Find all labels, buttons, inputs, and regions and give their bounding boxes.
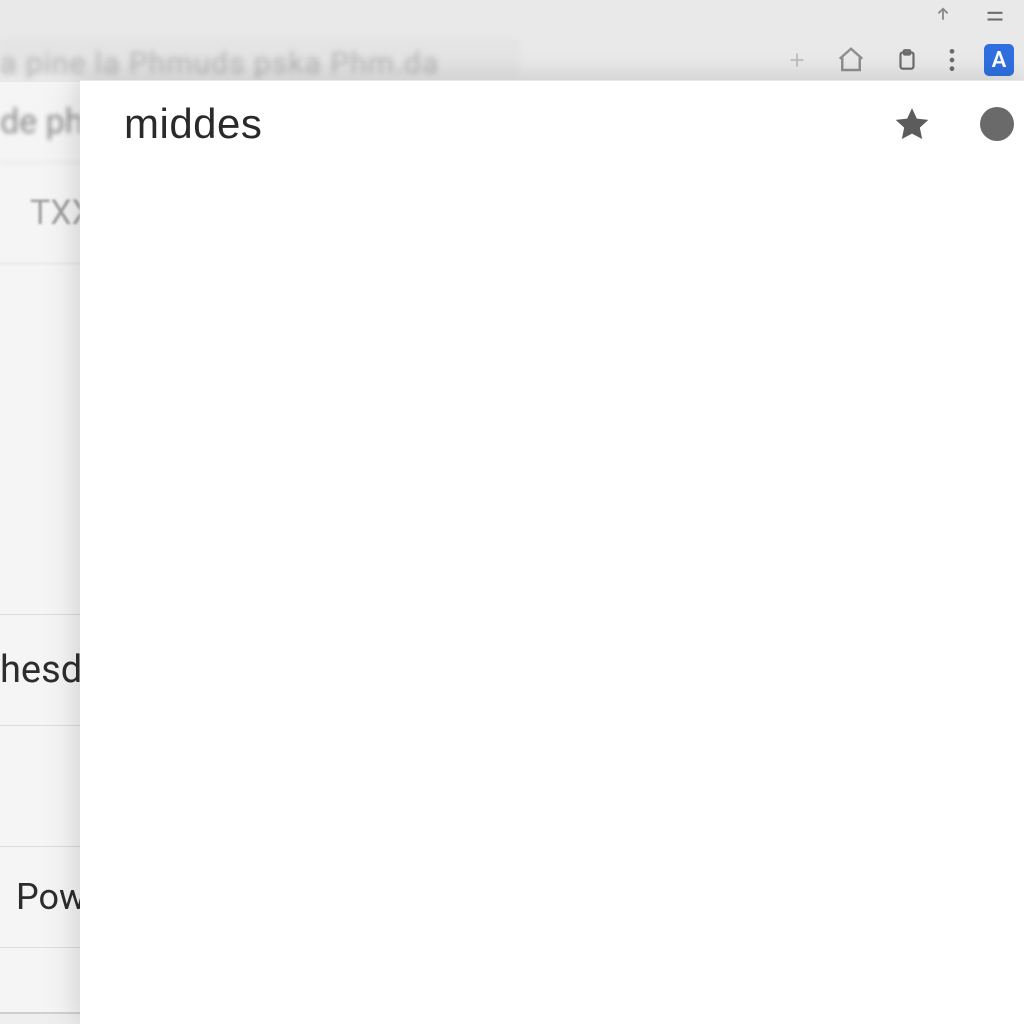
bg-toolbar-blur-text: a pine la Phmuds pska Phm.da: [0, 46, 439, 81]
title-input[interactable]: [122, 99, 872, 149]
fg-content-area[interactable]: [80, 167, 1024, 1024]
bg-row-3: [0, 264, 80, 615]
profile-badge[interactable]: A: [984, 44, 1014, 76]
bg-row-5: [0, 726, 80, 847]
clipboard-icon[interactable]: [894, 47, 920, 73]
bg-row-2: TXX: [0, 163, 80, 264]
share-icon[interactable]: [932, 6, 954, 28]
bg-row-4: hesd: [0, 615, 80, 726]
more-icon[interactable]: [948, 47, 956, 73]
bg-toolbar: a pine la Phmuds pska Phm.da: [0, 0, 1024, 83]
menu-icon[interactable]: [982, 7, 1008, 27]
foreground-window: [80, 80, 1024, 1024]
fg-header: [80, 81, 1024, 168]
bg-row-1: de phn: [0, 82, 80, 163]
star-icon[interactable]: [892, 104, 932, 144]
home-icon[interactable]: [836, 45, 866, 75]
bg-left-column: de phn TXX hesd Powe: [0, 82, 80, 1014]
add-icon[interactable]: [786, 49, 808, 71]
bg-row-6: Powe: [0, 847, 80, 948]
profile-dot-icon[interactable]: [980, 107, 1014, 141]
